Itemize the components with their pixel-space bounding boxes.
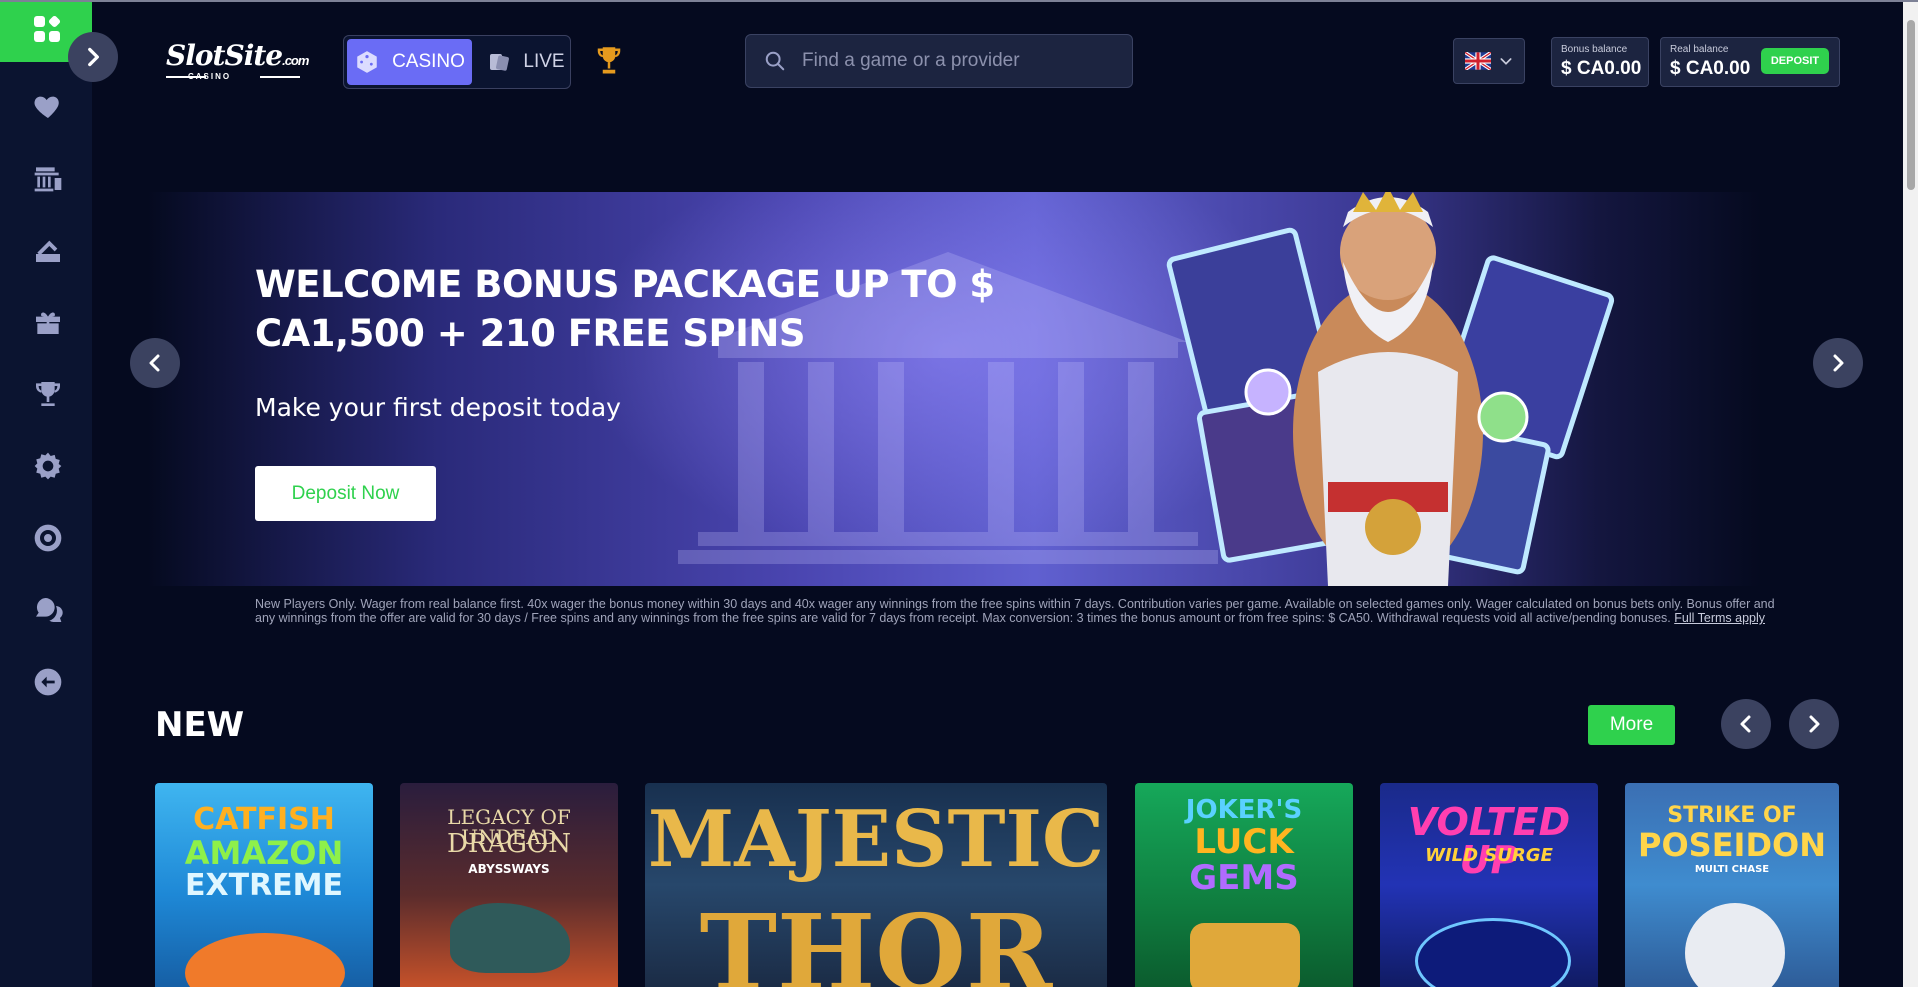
game-title-line: DRAGON — [446, 829, 572, 859]
chevron-right-icon — [1809, 715, 1820, 733]
game-title-line: EXTREME — [184, 868, 344, 903]
bonus-balance-caption: Bonus balance — [1561, 44, 1628, 55]
game-tile-legacy-of-undead-dragon[interactable]: LEGACY OF UNDEAD DRAGON ABYSSWAYS — [400, 783, 618, 987]
game-tile-jokers-luck-gems[interactable]: JOKER'S LUCK GEMS — [1135, 783, 1353, 987]
fish-illustration — [185, 933, 345, 987]
uk-flag-icon — [1465, 52, 1491, 70]
bonus-balance: Bonus balance $ CA0.00 — [1551, 37, 1649, 87]
real-balance-amount: $ CA0.00 — [1670, 58, 1751, 79]
heart-icon — [34, 96, 59, 118]
lifebuoy-icon — [34, 524, 62, 552]
deposit-button[interactable]: DEPOSIT — [1761, 48, 1829, 74]
deposit-now-button[interactable]: Deposit Now — [255, 466, 436, 521]
poseidon-illustration — [1685, 903, 1785, 987]
game-tile-strike-of-poseidon[interactable]: STRIKE OF POSEIDON MULTI CHASE — [1625, 783, 1839, 987]
brand-tld: .com — [282, 53, 309, 68]
game-title-line: GEMS — [1189, 858, 1299, 898]
game-title-line: POSEIDON — [1637, 826, 1826, 864]
game-title-line: LUCK — [1194, 822, 1294, 862]
game-tile-majestic-thor[interactable]: MAJESTIC THOR — [645, 783, 1107, 987]
help-chat-icon — [36, 598, 63, 622]
tab-casino-label: CASINO — [392, 51, 465, 72]
search-icon — [765, 51, 785, 71]
game-title-line: ABYSSWAYS — [468, 862, 550, 876]
promo-banner — [148, 192, 1760, 586]
sidebar-item-favorites[interactable] — [28, 86, 68, 126]
game-tile-volted-up-wild-surge[interactable]: VOLTED UP WILD SURGE — [1380, 783, 1598, 987]
gift-icon — [36, 312, 60, 334]
game-title-line: MAJESTIC — [647, 794, 1105, 885]
new-prev-button[interactable] — [1721, 699, 1771, 749]
tab-live-label: LIVE — [523, 51, 565, 72]
real-balance: Real balance $ CA0.00 DEPOSIT — [1660, 37, 1840, 87]
banner-prev-button[interactable] — [130, 338, 180, 388]
mode-switch: CASINO LIVE — [343, 35, 571, 89]
game-tile-catfish-amazon-extreme[interactable]: CATFISH AMAZON EXTREME — [155, 783, 373, 987]
search-input[interactable] — [800, 35, 1124, 87]
sidebar — [0, 2, 92, 987]
more-button[interactable]: More — [1588, 705, 1675, 745]
game-title-line: WILD SURGE — [1425, 845, 1553, 866]
chevron-left-icon — [1740, 715, 1751, 733]
cards-icon — [490, 54, 510, 71]
sidebar-item-promotions[interactable] — [28, 302, 68, 342]
banner-terms: New Players Only. Wager from real balanc… — [255, 597, 1775, 625]
wallet-card-icon — [36, 240, 60, 262]
full-terms-link[interactable]: Full Terms apply — [1674, 611, 1765, 625]
search-box[interactable] — [745, 34, 1133, 88]
top-border — [0, 0, 1918, 2]
tab-casino[interactable]: CASINO — [347, 39, 472, 85]
sidebar-item-support[interactable] — [28, 590, 68, 630]
logout-icon — [34, 668, 62, 696]
game-title-line: JOKER'S — [1185, 795, 1303, 825]
chevron-down-icon — [1500, 58, 1512, 65]
brand-name: SlotSite — [166, 39, 283, 72]
crown-illustration — [1190, 923, 1300, 987]
sidebar-item-logout[interactable] — [28, 662, 68, 702]
banner-subtitle: Make your first deposit today — [255, 393, 621, 422]
language-selector[interactable] — [1453, 38, 1525, 84]
sidebar-item-tournaments[interactable] — [28, 374, 68, 414]
zeus-hero-illustration — [1166, 192, 1615, 586]
new-next-button[interactable] — [1789, 699, 1839, 749]
chevron-right-icon — [1833, 354, 1844, 372]
casino-building-icon — [34, 167, 62, 192]
sidebar-item-payments[interactable] — [28, 230, 68, 270]
tournaments-button[interactable] — [594, 44, 624, 78]
sidebar-item-settings[interactable] — [28, 446, 68, 486]
brand-logo[interactable]: SlotSite.com CASINO — [166, 39, 309, 82]
dragon-illustration — [450, 903, 570, 973]
banner-title: WELCOME BONUS PACKAGE UP TO $ CA1,500 + … — [255, 263, 995, 355]
dice-icon — [357, 51, 377, 73]
scrollbar-thumb[interactable] — [1907, 20, 1915, 190]
trophy-icon — [36, 382, 60, 406]
trophy-icon — [597, 47, 621, 74]
banner-next-button[interactable] — [1813, 338, 1863, 388]
gear-icon — [34, 452, 62, 480]
terms-text: New Players Only. Wager from real balanc… — [255, 597, 1775, 625]
lightning-illustration — [1415, 918, 1571, 987]
brand-subtitle: CASINO — [188, 72, 232, 81]
bonus-balance-amount: $ CA0.00 — [1561, 58, 1642, 79]
game-title-line: VOLTED UP — [1407, 800, 1571, 882]
chevron-left-icon — [149, 354, 160, 372]
game-title-line: MULTI CHASE — [1694, 864, 1770, 875]
real-balance-caption: Real balance — [1670, 44, 1729, 55]
sidebar-item-responsible-gaming[interactable] — [28, 518, 68, 558]
section-title-new: NEW — [155, 705, 245, 745]
game-title-line: THOR — [699, 891, 1053, 987]
game-title-line: AMAZON — [184, 834, 344, 872]
game-title-line: STRIKE OF — [1667, 803, 1797, 828]
sidebar-item-casino[interactable] — [28, 158, 68, 198]
game-title-line: CATFISH — [193, 802, 335, 837]
sidebar-expand-button[interactable] — [68, 32, 118, 82]
chevron-right-icon — [88, 47, 99, 67]
grid-icon — [34, 14, 62, 44]
tab-live[interactable]: LIVE — [484, 39, 568, 85]
